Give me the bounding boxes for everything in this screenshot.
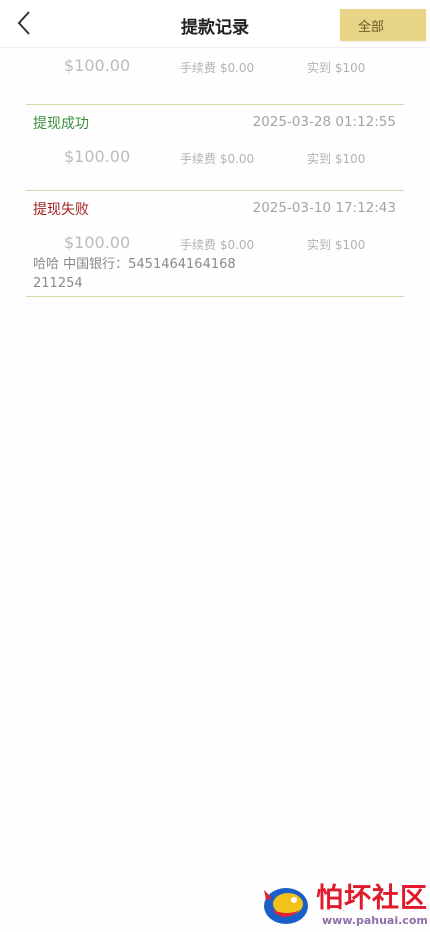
records-list: $100.00 手续费 $0.00 实到 $100 提现成功 2025-03-2…: [26, 48, 404, 297]
status-row: 提现失败 2025-03-10 17:12:43: [26, 191, 404, 225]
amount-row: $100.00 手续费 $0.00 实到 $100: [26, 48, 404, 82]
watermark-text: 怕坏社区 www.pahuai.com: [316, 882, 428, 927]
amount-row: $100.00 手续费 $0.00 实到 $100: [26, 225, 404, 259]
record-datetime: 2025-03-10 17:12:43: [252, 200, 396, 216]
status-row: 提现成功 2025-03-28 01:12:55: [26, 105, 404, 139]
amount: $100.00: [64, 147, 131, 166]
record-item[interactable]: $100.00 手续费 $0.00 实到 $100: [26, 48, 404, 105]
record-item[interactable]: 提现成功 2025-03-28 01:12:55 $100.00 手续费 $0.…: [26, 105, 404, 191]
watermark-name: 怕坏社区: [316, 882, 428, 914]
status-label: 提现成功: [33, 116, 89, 132]
pahuai-logo-icon: [264, 888, 308, 924]
amount-row: $100.00 手续费 $0.00 实到 $100: [26, 139, 404, 173]
received-amount: 实到 $100: [307, 152, 366, 166]
bank-info-line: 211254: [33, 276, 83, 291]
fee: 手续费 $0.00: [180, 61, 255, 75]
fee: 手续费 $0.00: [180, 238, 255, 252]
bank-info-line: 哈哈 中国银行：5451464164168: [33, 257, 236, 272]
watermark-url: www.pahuai.com: [322, 913, 428, 927]
bank-account-info: 哈哈 中国银行：5451464164168 211254: [33, 255, 263, 293]
status-label: 提现失败: [33, 202, 89, 218]
record-datetime: 2025-03-28 01:12:55: [252, 114, 396, 130]
amount: $100.00: [64, 56, 131, 75]
header-bar: 提款记录 全部: [0, 0, 430, 48]
filter-all-button[interactable]: 全部: [340, 9, 426, 41]
received-amount: 实到 $100: [307, 238, 366, 252]
amount: $100.00: [64, 233, 131, 252]
record-item[interactable]: 提现失败 2025-03-10 17:12:43 $100.00 手续费 $0.…: [26, 191, 404, 297]
watermark: 怕坏社区 www.pahuai.com: [258, 880, 428, 930]
withdrawal-records-page: 提款记录 全部 $100.00 手续费 $0.00 实到 $100 提现成功 2…: [0, 0, 430, 932]
received-amount: 实到 $100: [307, 61, 366, 75]
fee: 手续费 $0.00: [180, 152, 255, 166]
